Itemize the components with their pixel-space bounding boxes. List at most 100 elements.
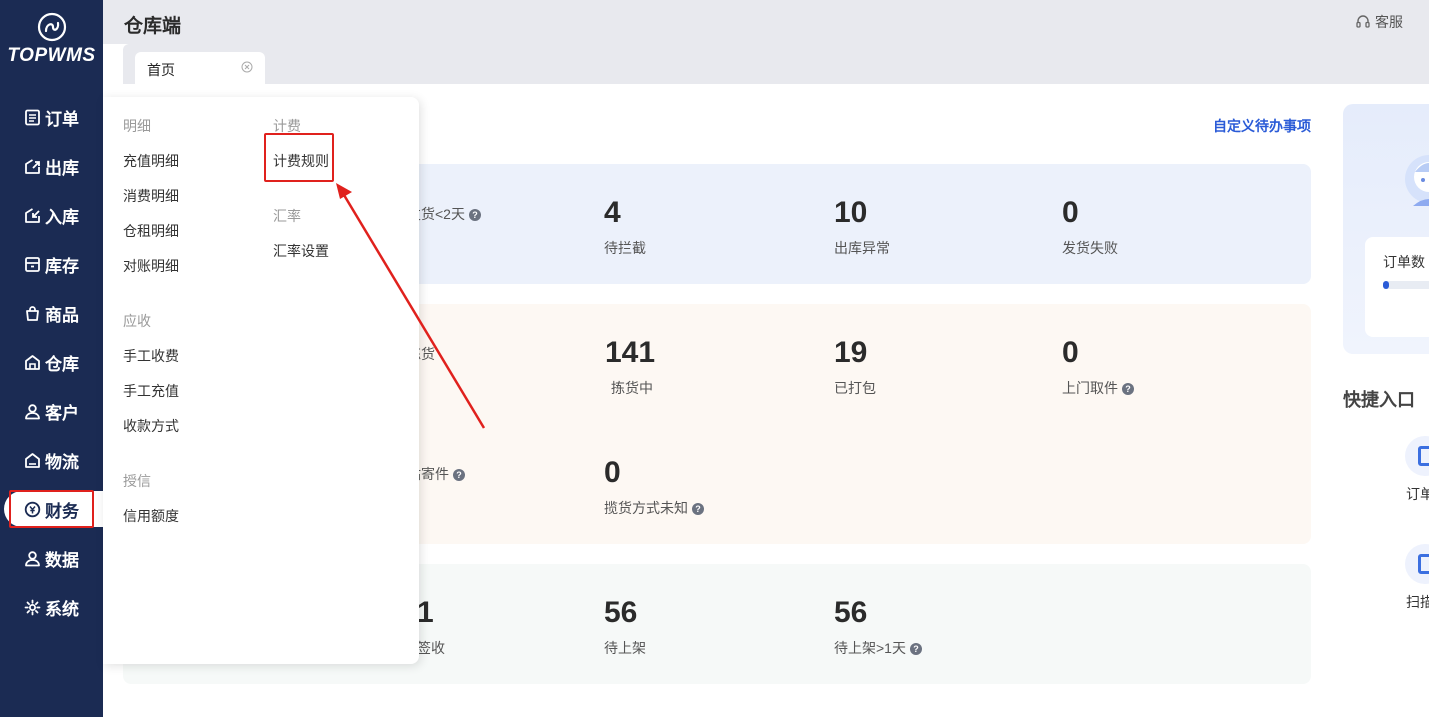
stat-label-text: 待上架>1天 <box>834 640 906 656</box>
sidebar-item-warehouse[interactable]: 仓库 <box>24 347 79 377</box>
quick-entry-scan[interactable]: 扫描 <box>1383 544 1429 610</box>
stat-label: 出库异常 <box>834 240 890 256</box>
logistics-icon <box>25 452 40 468</box>
stat-label: 签收 <box>417 640 445 656</box>
stat-value: 19 <box>834 336 868 369</box>
sidebar-item-label: 物流 <box>45 452 79 472</box>
sidebar: TOPWMS 订单 出库 入库 库存 商品 仓库 客户 物流 财务 数据 系统 <box>0 0 103 717</box>
stat-label-text: 揽货方式未知 <box>604 500 688 516</box>
stat-label: 待上架>1天? <box>834 638 922 658</box>
logo[interactable]: TOPWMS <box>0 12 103 67</box>
order-progress-fill <box>1383 281 1389 289</box>
stat-ship-failed[interactable]: 0 发货失败 <box>1062 196 1118 258</box>
scan-icon <box>1405 544 1429 584</box>
order-icon <box>1405 436 1429 476</box>
menu-item-credit-limit[interactable]: 信用额度 <box>123 506 179 526</box>
stat-value: 0 <box>604 456 621 489</box>
quick-entry-label: 订单 <box>1406 486 1429 502</box>
menu-item-reconciliation-detail[interactable]: 对账明细 <box>123 256 179 276</box>
stat-label: 待拦截 <box>604 240 646 256</box>
stat-label-text: 上门取件 <box>1062 380 1118 396</box>
logo-text: TOPWMS <box>7 45 96 66</box>
menu-item-recharge-detail[interactable]: 充值明细 <box>123 151 179 171</box>
bag-icon <box>26 305 39 321</box>
user-panel: 订单数 <box>1343 104 1429 354</box>
stat-value: 0 <box>1062 196 1079 229</box>
sidebar-item-outbound[interactable]: 出库 <box>24 151 79 181</box>
sidebar-item-data[interactable]: 数据 <box>24 543 79 573</box>
top-bar: 仓库端 客服 <box>103 0 1429 44</box>
help-icon[interactable]: ? <box>692 503 704 515</box>
app-root: TOPWMS 订单 出库 入库 库存 商品 仓库 客户 物流 财务 数据 系统 … <box>0 0 1429 717</box>
order-count-box: 订单数 <box>1365 237 1429 337</box>
sidebar-item-logistics[interactable]: 物流 <box>24 445 79 475</box>
menu-item-payment-method[interactable]: 收款方式 <box>123 416 179 436</box>
order-progress-bar <box>1383 281 1429 289</box>
stat-outbound-exception[interactable]: 10 出库异常 <box>834 196 890 258</box>
order-count-label: 订单数 <box>1383 254 1425 270</box>
tab-home[interactable]: 首页 <box>135 52 265 84</box>
customer-service-button[interactable]: 客服 <box>1355 12 1403 32</box>
outbound-icon <box>25 158 40 174</box>
menu-item-manual-charge[interactable]: 手工收费 <box>123 346 179 366</box>
stat-to-shelve[interactable]: 56 待上架 <box>604 596 646 658</box>
quick-entry-orders[interactable]: 订单 <box>1383 436 1429 502</box>
stat-pickup[interactable]: 0 上门取件? <box>1062 336 1134 398</box>
avatar <box>1405 155 1429 206</box>
custom-todo-link[interactable]: 自定义待办事项 <box>1213 116 1311 136</box>
stat-value: 0 <box>1062 336 1079 369</box>
quick-entry-title: 快捷入口 <box>1343 390 1415 410</box>
sidebar-item-customers[interactable]: 客户 <box>24 396 79 426</box>
sidebar-item-finance[interactable]: 财务 <box>24 494 79 524</box>
sidebar-item-label: 财务 <box>45 501 79 521</box>
tab-bar: 首页 <box>123 44 1429 84</box>
sidebar-item-label: 入库 <box>45 207 79 227</box>
sidebar-item-label: 订单 <box>45 109 79 129</box>
warehouse-icon <box>25 354 40 370</box>
stat-to-shelve-overdue[interactable]: 56 待上架>1天? <box>834 596 922 658</box>
sidebar-item-label: 商品 <box>45 305 79 325</box>
logo-mark-icon <box>37 12 66 42</box>
sidebar-item-inventory[interactable]: 库存 <box>24 249 79 279</box>
data-icon <box>25 550 40 566</box>
close-icon[interactable] <box>240 60 254 74</box>
menu-group-detail: 明细 <box>123 118 151 134</box>
sidebar-item-label: 库存 <box>45 256 79 276</box>
sidebar-item-inbound[interactable]: 入库 <box>24 200 79 230</box>
inbound-icon <box>25 207 40 223</box>
stat-value: 56 <box>834 596 868 629</box>
stat-to-intercept[interactable]: 4 待拦截 <box>604 196 646 258</box>
menu-group-credit: 授信 <box>123 473 151 489</box>
menu-item-exchange-settings[interactable]: 汇率设置 <box>273 241 329 261</box>
stat-value: 4 <box>604 196 621 229</box>
sidebar-item-orders[interactable]: 订单 <box>24 102 79 132</box>
stat-value: 141 <box>605 336 656 369</box>
stat-packed[interactable]: 19 已打包 <box>834 336 876 398</box>
menu-item-rent-detail[interactable]: 仓租明细 <box>123 221 179 241</box>
help-icon[interactable]: ? <box>468 209 481 221</box>
menu-item-consumption-detail[interactable]: 消费明细 <box>123 186 179 206</box>
menu-group-exchange: 汇率 <box>273 208 301 224</box>
sidebar-item-system[interactable]: 系统 <box>24 592 79 622</box>
stat-label: 上门取件? <box>1062 378 1134 398</box>
inventory-icon <box>25 256 40 272</box>
stat-collect-unknown[interactable]: 0 揽货方式未知? <box>604 456 704 518</box>
sidebar-item-products[interactable]: 商品 <box>24 298 79 328</box>
menu-group-receivable: 应收 <box>123 313 151 329</box>
stat-to-receive[interactable]: 1 签收 <box>417 596 445 658</box>
finance-icon <box>24 501 41 517</box>
customer-service-label: 客服 <box>1375 14 1403 30</box>
sidebar-item-label: 系统 <box>45 599 79 619</box>
menu-item-billing-rules[interactable]: 计费规则 <box>273 151 329 171</box>
help-icon[interactable]: ? <box>909 643 922 655</box>
stat-picking[interactable]: 141 拣货中 <box>605 336 655 398</box>
menu-group-billing: 计费 <box>273 118 301 134</box>
stat-label: 待上架 <box>604 640 646 656</box>
tab-label: 首页 <box>147 62 175 78</box>
sidebar-item-label: 出库 <box>45 158 79 178</box>
menu-item-manual-recharge[interactable]: 手工充值 <box>123 381 179 401</box>
help-icon[interactable]: ? <box>1122 383 1134 395</box>
stat-value: 10 <box>834 196 868 229</box>
help-icon[interactable]: ? <box>453 469 465 481</box>
finance-dropdown-menu: 明细 充值明细 消费明细 仓租明细 对账明细 应收 手工收费 手工充值 收款方式… <box>103 97 419 664</box>
